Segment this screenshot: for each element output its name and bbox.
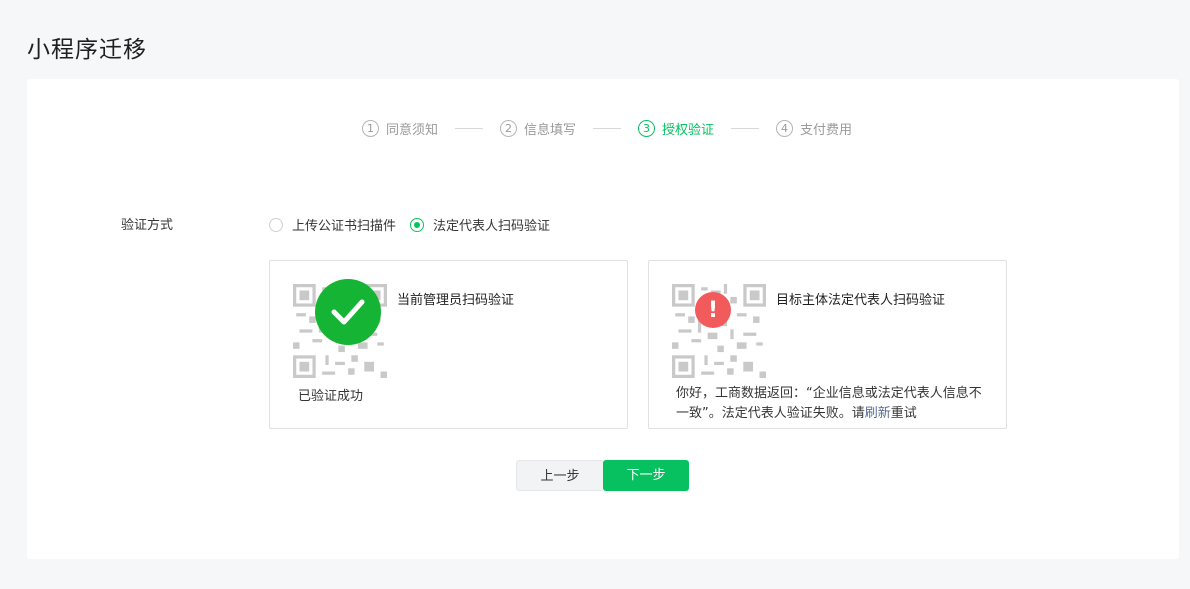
admin-verify-title: 当前管理员扫码验证 bbox=[397, 293, 515, 308]
legal-rep-verify-title: 目标主体法定代表人扫码验证 bbox=[776, 293, 946, 308]
step-number: 3 bbox=[638, 119, 656, 137]
step-label: 授权验证 bbox=[662, 122, 715, 138]
step-divider bbox=[731, 127, 760, 129]
step-1: 1 同意须知 bbox=[362, 119, 438, 138]
step-label: 同意须知 bbox=[386, 122, 439, 138]
radio-legal-rep-scan[interactable]: 法定代表人扫码验证 bbox=[410, 215, 550, 234]
verify-method-label: 验证方式 bbox=[121, 218, 174, 233]
check-circle-icon bbox=[315, 279, 381, 345]
refresh-link[interactable]: 刷新 bbox=[865, 406, 891, 421]
step-4: 4 支付费用 bbox=[776, 119, 852, 138]
admin-verify-box: 当前管理员扫码验证 已验证成功 bbox=[269, 260, 628, 429]
radio-upload-notarization[interactable]: 上传公证书扫描件 bbox=[269, 215, 396, 234]
step-divider bbox=[593, 127, 622, 129]
step-label: 支付费用 bbox=[800, 122, 853, 138]
step-label: 信息填写 bbox=[524, 122, 577, 138]
step-number: 4 bbox=[776, 119, 794, 137]
exclamation-circle-icon: ! bbox=[695, 292, 731, 328]
prev-step-button[interactable]: 上一步 bbox=[516, 460, 604, 491]
step-3: 3 授权验证 bbox=[638, 119, 714, 138]
step-2: 2 信息填写 bbox=[500, 119, 576, 138]
step-number: 2 bbox=[500, 119, 518, 137]
step-number: 1 bbox=[362, 119, 379, 137]
admin-verify-status: 已验证成功 bbox=[298, 389, 364, 404]
page-title: 小程序迁移 bbox=[27, 37, 147, 63]
next-step-button[interactable]: 下一步 bbox=[603, 460, 689, 491]
verify-method-radio-group: 上传公证书扫描件 法定代表人扫码验证 bbox=[269, 215, 564, 234]
radio-label: 法定代表人扫码验证 bbox=[433, 219, 551, 234]
stepper: 1 同意须知 2 信息填写 3 授权验证 4 支付费用 bbox=[362, 119, 852, 138]
message-text: 你好，工商数据返回：“企业信息或法定代表人信息不一致”。法定代表人验证失败。请 bbox=[676, 386, 982, 421]
radio-icon[interactable] bbox=[269, 217, 283, 232]
legal-rep-verify-message: 你好，工商数据返回：“企业信息或法定代表人信息不一致”。法定代表人验证失败。请刷… bbox=[676, 384, 994, 424]
legal-rep-verify-box: ! 目标主体法定代表人扫码验证 你好，工商数据返回：“企业信息或法定代表人信息不… bbox=[648, 260, 1007, 429]
step-divider bbox=[455, 127, 484, 129]
radio-label: 上传公证书扫描件 bbox=[292, 219, 397, 234]
radio-checked-icon[interactable] bbox=[410, 217, 425, 232]
message-text-end: 重试 bbox=[890, 406, 917, 421]
main-card: 1 同意须知 2 信息填写 3 授权验证 4 支付费用 验证方式 上传公证书扫描… bbox=[27, 79, 1179, 559]
